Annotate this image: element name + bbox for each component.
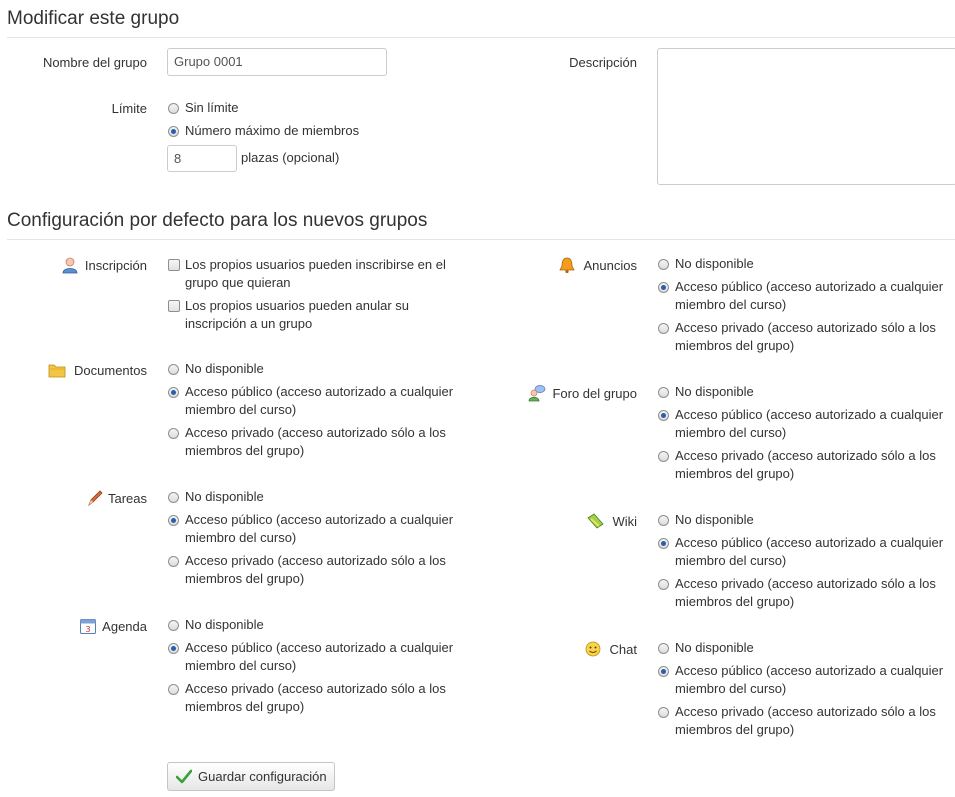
wiki-private-label: Acceso privado (acceso autorizado sólo a… [675,576,936,609]
inscription-label: Inscripción [84,258,147,273]
agenda-none-label: No disponible [185,617,264,632]
agenda-private-radio[interactable] [168,684,179,695]
documentos-private-label: Acceso privado (acceso autorizado sólo a… [185,425,446,458]
documentos-public-radio[interactable] [168,387,179,398]
documentos-label: Documentos [74,363,147,378]
wiki-none-label: No disponible [675,512,754,527]
wiki-none-radio[interactable] [658,515,669,526]
max-members-input[interactable]: 8 [167,145,237,172]
tareas-private-radio[interactable] [168,556,179,567]
checkmark-icon [176,769,192,784]
foro-private-radio[interactable] [658,451,669,462]
description-label: Descripción [569,55,637,70]
anuncios-private-label: Acceso privado (acceso autorizado sólo a… [675,320,936,353]
foro-none-radio[interactable] [658,387,669,398]
foro-none-label: No disponible [675,384,754,399]
self-register-label: Los propios usuarios pueden inscribirse … [185,257,446,290]
tareas-none-label: No disponible [185,489,264,504]
save-button[interactable]: Guardar configuración [167,762,335,791]
no-limit-label: Sin límite [185,100,239,115]
agenda-none-radio[interactable] [168,620,179,631]
divider [7,239,955,240]
anuncios-none-radio[interactable] [658,259,669,270]
description-textarea[interactable] [657,48,955,185]
wiki-public-label: Acceso público (acceso autorizado a cual… [675,535,944,568]
chat-none-radio[interactable] [658,643,669,654]
anuncios-public-label: Acceso público (acceso autorizado a cual… [675,279,944,312]
chat-private-radio[interactable] [658,707,669,718]
chat-label: Chat [609,642,637,657]
chat-private-label: Acceso privado (acceso autorizado sólo a… [675,704,936,737]
save-button-label: Guardar configuración [198,769,327,784]
divider [7,37,955,38]
tareas-public-label: Acceso público (acceso autorizado a cual… [185,512,454,545]
self-register-checkbox[interactable] [168,259,180,271]
agenda-public-label: Acceso público (acceso autorizado a cual… [185,640,454,673]
max-members-suffix: plazas (opcional) [241,150,340,165]
agenda-label: Agenda [102,619,147,634]
tareas-label: Tareas [107,491,147,506]
foro-private-label: Acceso privado (acceso autorizado sólo a… [675,448,936,481]
wiki-public-radio[interactable] [658,538,669,549]
section-title-defaults: Configuración por defecto para los nuevo… [7,210,428,231]
tareas-private-label: Acceso privado (acceso autorizado sólo a… [185,553,446,586]
foro-label: Foro del grupo [552,386,637,401]
max-members-radio[interactable] [168,126,179,137]
chat-none-label: No disponible [675,640,754,655]
wiki-private-radio[interactable] [658,579,669,590]
documentos-none-radio[interactable] [168,364,179,375]
documentos-public-label: Acceso público (acceso autorizado a cual… [185,384,454,417]
section-title-edit: Modificar este grupo [7,8,180,29]
anuncios-private-radio[interactable] [658,323,669,334]
anuncios-public-radio[interactable] [658,282,669,293]
agenda-public-radio[interactable] [168,643,179,654]
documentos-none-label: No disponible [185,361,264,376]
self-unregister-checkbox[interactable] [168,300,180,312]
max-members-label: Número máximo de miembros [185,123,360,138]
anuncios-label: Anuncios [583,258,637,273]
anuncios-none-label: No disponible [675,256,754,271]
self-unregister-label: Los propios usuarios pueden anular su ins… [185,298,410,331]
group-name-label: Nombre del grupo [42,55,147,70]
foro-public-label: Acceso público (acceso autorizado a cual… [675,407,944,440]
chat-public-radio[interactable] [658,666,669,677]
limit-label: Límite [111,101,147,116]
agenda-private-label: Acceso privado (acceso autorizado sólo a… [185,681,446,714]
group-name-input[interactable]: Grupo 0001 [167,48,387,76]
wiki-label: Wiki [612,514,637,529]
no-limit-radio[interactable] [168,103,179,114]
foro-public-radio[interactable] [658,410,669,421]
chat-public-label: Acceso público (acceso autorizado a cual… [675,663,944,696]
tareas-none-radio[interactable] [168,492,179,503]
tareas-public-radio[interactable] [168,515,179,526]
documentos-private-radio[interactable] [168,428,179,439]
